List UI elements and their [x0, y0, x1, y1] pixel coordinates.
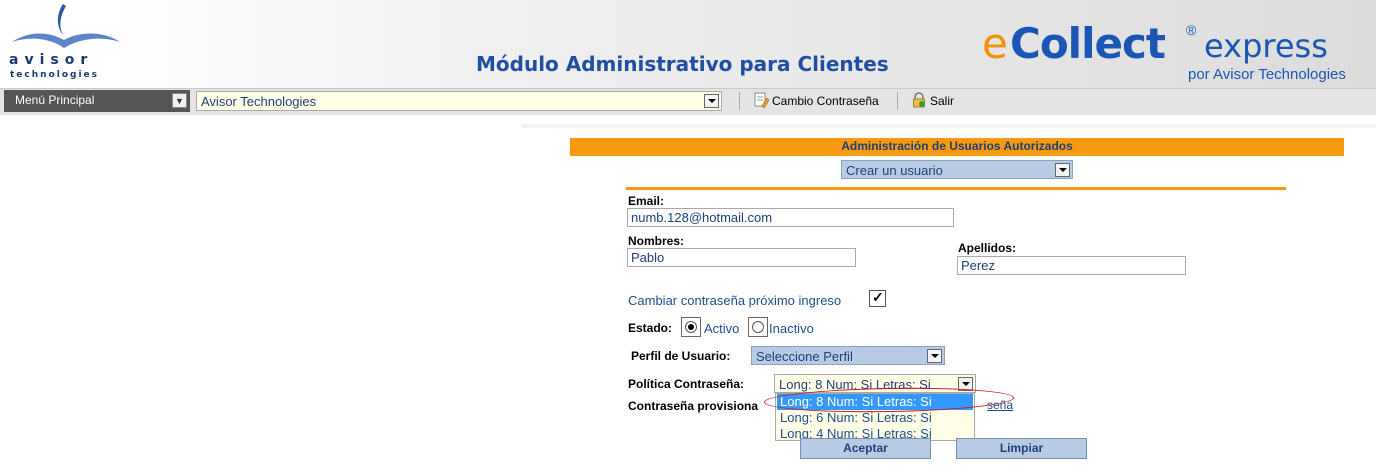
brand-express: express [1204, 27, 1328, 65]
email-label: Email: [628, 194, 665, 208]
form-divider [626, 187, 1286, 190]
change-password-link[interactable]: Cambio Contraseña [753, 92, 879, 110]
dropdown-option[interactable]: Long: 6 Num: Si Letras: Si [777, 410, 973, 426]
email-field[interactable]: numb.128@hotmail.com [627, 208, 954, 227]
section-title-bar: Administración de Usuarios Autorizados [570, 138, 1344, 156]
brand-registered: ® [1186, 22, 1197, 38]
nombres-label: Nombres: [628, 234, 685, 248]
chevron-double-down-icon[interactable]: ▼ [172, 93, 187, 108]
nombres-field[interactable]: Pablo [627, 248, 856, 267]
perfil-label: Perfil de Usuario: [631, 349, 731, 363]
content-top-border [522, 124, 1376, 128]
company-select[interactable]: Avisor Technologies [196, 91, 722, 111]
chevron-down-icon[interactable] [1055, 163, 1070, 177]
brand-subtitle: por Avisor Technologies [1188, 66, 1346, 83]
avisor-logo: avisor technologies [6, 2, 126, 86]
estado-inactive-label: Inactivo [769, 321, 814, 336]
logo-subtitle: technologies [10, 70, 99, 80]
clear-button[interactable]: Limpiar [956, 438, 1087, 459]
estado-inactive-radio[interactable] [748, 317, 768, 337]
action-select-value: Crear un usuario [846, 163, 943, 178]
brand-collect: Collect [1010, 19, 1166, 68]
chevron-down-icon[interactable] [704, 94, 719, 108]
apellidos-field[interactable]: Perez [957, 256, 1186, 275]
change-password-label: Cambio Contraseña [772, 94, 879, 108]
profile-select-value: Seleccione Perfil [756, 349, 853, 364]
temp-password-label: Contraseña provisiona [628, 399, 759, 413]
toolbar-divider [739, 92, 740, 110]
password-policy-label: Política Contraseña: [628, 377, 745, 391]
ecollect-brand-logo: e Collect ® express por Avisor Technolog… [980, 20, 1350, 86]
action-select[interactable]: Crear un usuario [841, 160, 1073, 179]
toolbar-divider [897, 92, 898, 110]
chevron-down-icon[interactable] [927, 349, 942, 363]
lock-icon [913, 92, 925, 108]
main-menu-label: Menú Principal [15, 93, 95, 107]
logo-word: avisor [9, 52, 94, 68]
estado-active-label: Activo [704, 321, 740, 336]
brand-e: e [982, 19, 1008, 68]
accept-button[interactable]: Aceptar [800, 438, 931, 459]
apellidos-label: Apellidos: [958, 241, 1017, 255]
logout-link[interactable]: Salir [911, 92, 954, 110]
company-select-value: Avisor Technologies [201, 94, 317, 109]
estado-label: Estado: [628, 321, 673, 335]
main-menu-button[interactable]: Menú Principal ▼ [4, 90, 190, 112]
radio-unselected-icon [752, 321, 764, 333]
estado-active-radio[interactable] [681, 317, 701, 337]
logout-label: Salir [930, 94, 955, 108]
edit-document-icon [754, 92, 769, 108]
page-title: Módulo Administrativo para Clientes [476, 52, 889, 76]
change-password-next-login-label: Cambiar contraseña próximo ingreso [628, 293, 842, 308]
section-title: Administración de Usuarios Autorizados [841, 139, 1073, 153]
avisor-swoosh-icon [12, 4, 120, 48]
profile-select[interactable]: Seleccione Perfil [751, 346, 945, 365]
radio-selected-icon [685, 321, 697, 333]
change-password-next-login-checkbox[interactable] [869, 289, 886, 307]
